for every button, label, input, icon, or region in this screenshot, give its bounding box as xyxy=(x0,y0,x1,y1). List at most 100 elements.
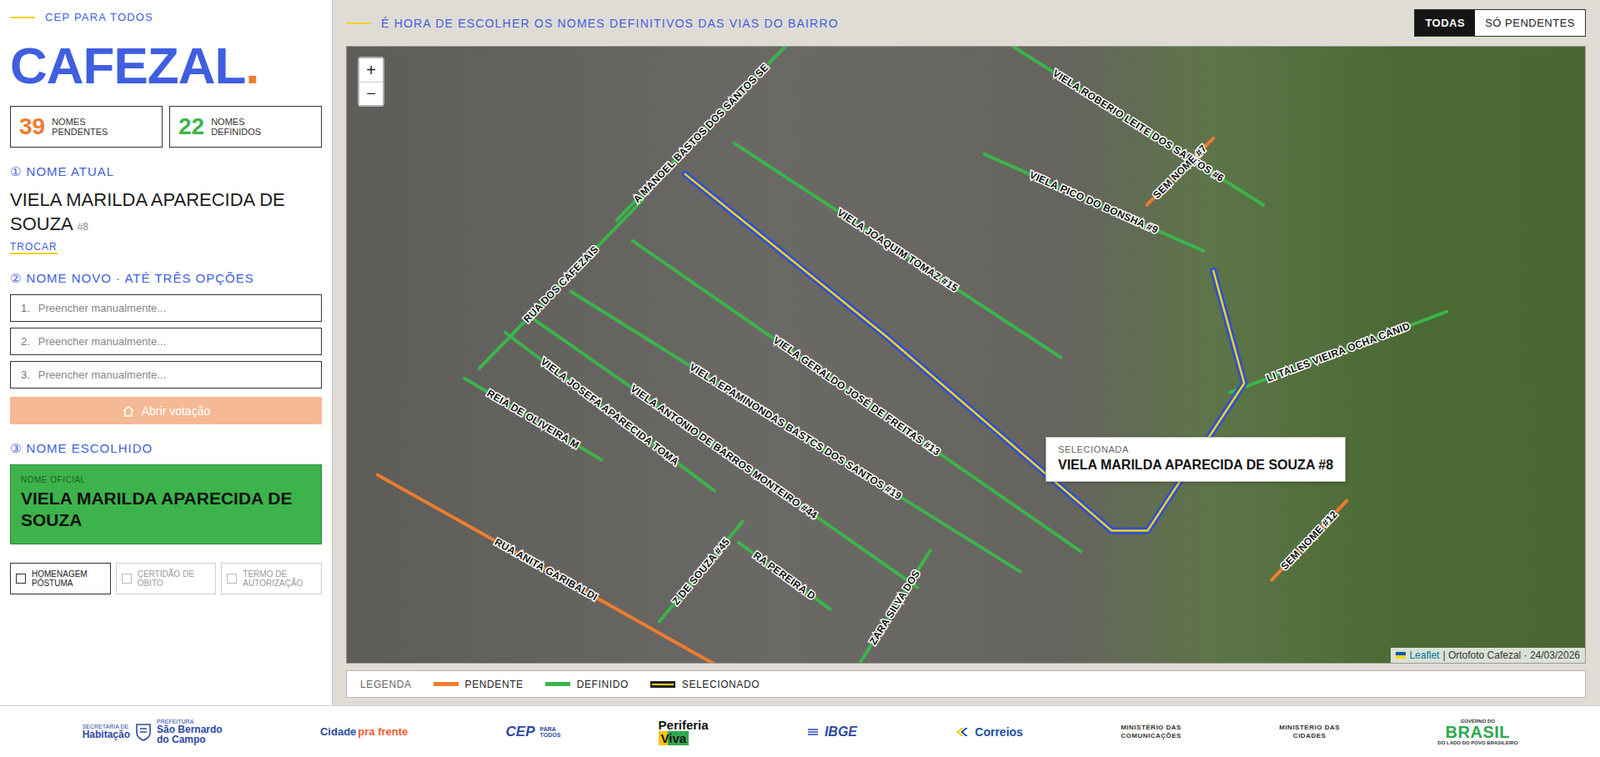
partner-logo: IBGE xyxy=(806,724,858,740)
street-line[interactable] xyxy=(659,521,743,622)
section-title: ② NOME NOVO · ATÉ TRÊS OPÇÕES xyxy=(10,270,322,286)
checkbox-label: HOMENAGEM PÓSTUMA xyxy=(31,569,106,588)
street-label[interactable]: VIELA JOSEFA APARECIDA TOMA xyxy=(538,355,682,467)
legend-swatch xyxy=(545,682,571,687)
leaflet-link[interactable]: Leaflet xyxy=(1409,649,1440,662)
checkbox-row[interactable]: HOMENAGEM PÓSTUMA xyxy=(10,562,111,595)
field-number: 1. xyxy=(20,301,31,315)
filter-button[interactable]: TODAS xyxy=(1414,10,1475,36)
partner-logo: PeriferiaViva xyxy=(658,718,709,746)
name-input[interactable] xyxy=(38,368,311,382)
section-title: ③ NOME ESCOLHIDO xyxy=(10,441,322,457)
street-line[interactable] xyxy=(632,240,1082,552)
street-line[interactable] xyxy=(859,551,931,663)
street-layer: A MANOEL BASTOS DOS SANTOS SE RUA DOS CAF… xyxy=(346,46,1585,663)
logo-dot: . xyxy=(245,36,259,95)
street-label[interactable]: VIELA EPAMINONDAS BASTCS DOS SANTOS #19 xyxy=(687,361,904,502)
partner-logo: Correios xyxy=(954,725,1024,739)
attribution: Leaflet| Ortofoto Cafezal · 24/03/2026 xyxy=(1390,647,1585,663)
partner-logo: CEPPARATODOS xyxy=(506,723,562,741)
correios-icon xyxy=(954,727,970,738)
brand-logo: CAFEZAL. xyxy=(10,38,322,93)
stat-label: NOMES DEFINIDOS xyxy=(210,116,275,137)
open-vote-button[interactable]: Abrir votação xyxy=(10,396,322,425)
tooltip-label: SELECIONADA xyxy=(1058,444,1334,455)
document-checks: HOMENAGEM PÓSTUMA CERTIDÃO DE ÓBITOTERMO … xyxy=(10,562,322,595)
street-line[interactable] xyxy=(1271,501,1347,581)
partner-logo: SECRETARIA DEHabitaçãoPREFEITURASão Bern… xyxy=(82,718,223,745)
field-number: 3. xyxy=(20,368,31,382)
partner-logo: MINISTÉRIO DASCOMUNICAÇÕES xyxy=(1120,723,1182,741)
legend-swatch xyxy=(650,681,676,688)
street-line[interactable] xyxy=(1229,311,1447,393)
name-options: 1. 2. 3. xyxy=(10,294,322,389)
main: CEP PARA TODOSCAFEZAL.39NOMES PENDENTES2… xyxy=(0,0,1600,706)
street-line[interactable] xyxy=(616,46,786,221)
map-header: É HORA DE ESCOLHER OS NOMES DEFINITIVOS … xyxy=(346,0,1586,46)
street-label[interactable]: VIELA JOAQUIM TOMAZ #15 xyxy=(835,206,961,295)
street-label[interactable]: VIELA GERALDO JOSÉ DE FREITAS #13 xyxy=(771,333,943,458)
change-link[interactable]: TROCAR xyxy=(10,240,58,255)
tooltip-name: VIELA MARILDA APARECIDA DE SOUZA #8 xyxy=(1058,457,1334,473)
kicker-text: CEP PARA TODOS xyxy=(45,10,154,24)
street-label[interactable]: REIA DE OLIVEIRA M xyxy=(484,386,582,452)
street-line[interactable] xyxy=(377,475,715,663)
partner-logos: SECRETARIA DEHabitaçãoPREFEITURASão Bern… xyxy=(0,705,1600,757)
legend-title: LEGENDA xyxy=(360,678,412,691)
street-line[interactable] xyxy=(983,154,1204,251)
street-label[interactable]: LI TALES VIEIRA OCHA CANID xyxy=(1264,320,1412,385)
street-label[interactable]: SEM NOME #7 xyxy=(1150,142,1209,201)
legend-item: PENDENTE xyxy=(433,678,524,691)
stat-card: 39NOMES PENDENTES xyxy=(10,105,163,148)
filter-toggle: TODASSÓ PENDENTES xyxy=(1414,9,1586,37)
street-label[interactable]: RUA DOS CAFEZAIS xyxy=(521,243,602,326)
stat-value: 39 xyxy=(19,113,46,141)
section-title: ① NOME ATUAL xyxy=(10,164,322,180)
accent-line xyxy=(346,22,372,25)
legend-item: SELECIONADO xyxy=(650,678,760,691)
stat-card: 22NOMES DEFINIDOS xyxy=(169,105,322,148)
map[interactable]: A MANOEL BASTOS DOS SANTOS SE RUA DOS CAF… xyxy=(346,45,1586,664)
filter-button[interactable]: SÓ PENDENTES xyxy=(1474,10,1585,36)
sidebar: CEP PARA TODOSCAFEZAL.39NOMES PENDENTES2… xyxy=(0,0,333,706)
checkbox-row: CERTIDÃO DE ÓBITO xyxy=(115,562,217,595)
chosen-label: NOME OFICIAL xyxy=(20,475,311,485)
street-line[interactable] xyxy=(738,542,831,610)
name-field[interactable]: 1. xyxy=(10,294,322,322)
crest-icon xyxy=(135,722,152,743)
partner-logo: Cidadepra frente xyxy=(320,725,408,738)
current-name: VIELA MARILDA APARECIDA DE SOUZA #8 xyxy=(10,187,322,236)
name-field[interactable]: 2. xyxy=(10,327,322,356)
map-title: É HORA DE ESCOLHER OS NOMES DEFINITIVOS … xyxy=(346,16,839,31)
street-line[interactable] xyxy=(479,200,643,369)
street-label[interactable]: RA PEREIRA D xyxy=(751,549,818,602)
name-field[interactable]: 3. xyxy=(10,361,322,389)
partner-logo: GOVERNO DOBRASILDO LADO DO POVO BRASILEI… xyxy=(1437,718,1518,746)
legend: LEGENDAPENDENTEDEFINIDOSELECIONADO xyxy=(346,670,1586,698)
partner-logo: MINISTÉRIO DASCIDADES xyxy=(1278,723,1340,741)
ibge-icon xyxy=(806,727,820,738)
checkbox[interactable] xyxy=(15,573,26,584)
street-label[interactable]: ZARA SILVA DOS xyxy=(867,567,923,648)
checkbox-row: TERMO DE AUTORIZAÇÃO xyxy=(220,562,322,595)
zoom-control: +− xyxy=(357,56,385,107)
zoom-button[interactable]: + xyxy=(359,58,383,82)
street-label[interactable]: VIELA PICO DO BONSHA #9 xyxy=(1028,169,1161,236)
name-input[interactable] xyxy=(38,301,311,315)
legend-swatch xyxy=(433,682,459,687)
zoom-button[interactable]: − xyxy=(359,81,383,106)
street-label[interactable]: SEM NOME #12 xyxy=(1278,508,1340,573)
street-label[interactable]: A MANOEL BASTOS DOS SANTOS SE xyxy=(631,61,772,206)
street-label[interactable]: VIELA ROBERIO LEITE DOS SANTOS #6 xyxy=(1050,67,1227,185)
app: CEP PARA TODOSCAFEZAL.39NOMES PENDENTES2… xyxy=(0,0,1600,757)
name-input[interactable] xyxy=(38,335,311,348)
checkbox xyxy=(121,573,132,584)
street-label[interactable]: RUA ANITA GARIBALDI xyxy=(492,536,600,603)
field-number: 2. xyxy=(20,335,31,348)
street-label[interactable]: Z DE SOUZA #45 xyxy=(669,536,733,608)
accent-line xyxy=(10,16,36,19)
stat-value: 22 xyxy=(178,113,205,141)
street-line[interactable] xyxy=(505,332,715,492)
flag-icon xyxy=(1395,652,1406,659)
checkbox xyxy=(226,573,237,584)
